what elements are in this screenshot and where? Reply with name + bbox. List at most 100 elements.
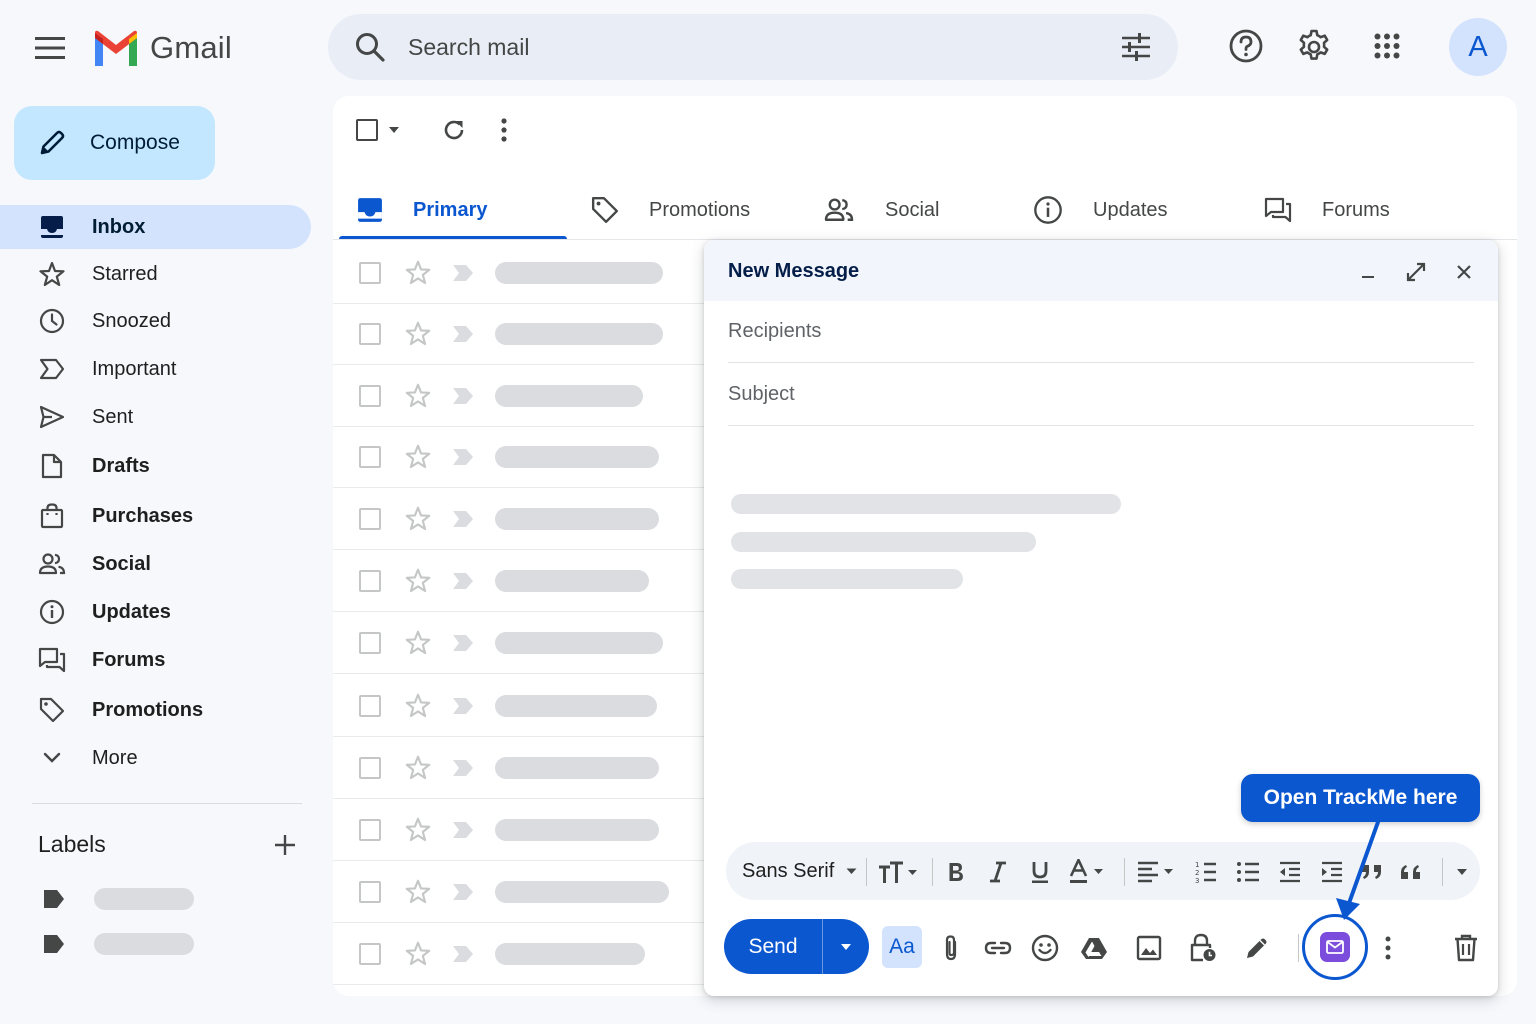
sidebar-item-forums[interactable]: Forums bbox=[0, 638, 311, 682]
row-checkbox[interactable] bbox=[359, 322, 381, 345]
search-input[interactable] bbox=[408, 33, 1116, 61]
insert-emoji-button[interactable] bbox=[1027, 930, 1063, 966]
caret-down-icon[interactable] bbox=[388, 126, 400, 134]
row-checkbox[interactable] bbox=[359, 756, 381, 779]
google-apps-button[interactable] bbox=[1365, 24, 1409, 68]
search-icon[interactable] bbox=[354, 31, 386, 63]
sidebar-item-starred[interactable]: Starred bbox=[0, 252, 311, 296]
confidential-mode-button[interactable] bbox=[1185, 930, 1221, 966]
row-checkbox[interactable] bbox=[359, 569, 381, 592]
row-checkbox[interactable] bbox=[359, 942, 381, 965]
sidebar-item-snoozed[interactable]: Snoozed bbox=[0, 299, 311, 343]
underline-button[interactable] bbox=[1026, 858, 1054, 886]
important-marker-icon[interactable] bbox=[451, 263, 475, 283]
indent-less-button[interactable] bbox=[1276, 858, 1304, 886]
tab-primary[interactable]: Primary bbox=[357, 180, 488, 240]
row-checkbox[interactable] bbox=[359, 507, 381, 530]
sidebar-item-purchases[interactable]: Purchases bbox=[0, 494, 311, 538]
important-marker-icon[interactable] bbox=[451, 447, 475, 467]
bold-button[interactable] bbox=[942, 858, 970, 886]
table-row[interactable] bbox=[333, 426, 705, 488]
row-checkbox[interactable] bbox=[359, 818, 381, 841]
sidebar-item-inbox[interactable]: Inbox bbox=[0, 205, 311, 249]
compose-button[interactable]: Compose bbox=[14, 106, 215, 180]
main-menu-button[interactable] bbox=[26, 24, 74, 72]
text-color-button[interactable] bbox=[1066, 858, 1116, 886]
star-icon[interactable] bbox=[405, 755, 431, 781]
important-marker-icon[interactable] bbox=[451, 944, 475, 964]
sidebar-item-more[interactable]: More bbox=[0, 736, 311, 780]
table-row[interactable] bbox=[333, 365, 705, 427]
sidebar-item-social[interactable]: Social bbox=[0, 542, 311, 586]
help-button[interactable] bbox=[1224, 24, 1268, 68]
search-bar[interactable] bbox=[328, 14, 1178, 80]
font-family-select[interactable]: Sans Serif bbox=[742, 857, 857, 885]
bulleted-list-button[interactable] bbox=[1234, 858, 1262, 886]
insert-drive-button[interactable] bbox=[1076, 930, 1112, 966]
font-size-button[interactable] bbox=[876, 858, 922, 886]
refresh-button[interactable] bbox=[438, 114, 470, 146]
row-checkbox[interactable] bbox=[359, 445, 381, 468]
subject-input[interactable] bbox=[728, 383, 1474, 406]
star-icon[interactable] bbox=[405, 879, 431, 905]
tab-promotions[interactable]: Promotions bbox=[591, 180, 750, 240]
create-label-button[interactable] bbox=[268, 828, 302, 862]
star-icon[interactable] bbox=[405, 817, 431, 843]
star-icon[interactable] bbox=[405, 630, 431, 656]
star-icon[interactable] bbox=[405, 941, 431, 967]
checkbox[interactable] bbox=[356, 119, 378, 141]
sidebar-item-updates[interactable]: Updates bbox=[0, 590, 311, 634]
tab-forums[interactable]: Forums bbox=[1264, 180, 1390, 240]
numbered-list-button[interactable]: 123 bbox=[1192, 858, 1220, 886]
row-checkbox[interactable] bbox=[359, 261, 381, 284]
table-row[interactable] bbox=[333, 242, 705, 304]
table-row[interactable] bbox=[333, 923, 705, 985]
row-checkbox[interactable] bbox=[359, 631, 381, 654]
important-marker-icon[interactable] bbox=[451, 696, 475, 716]
important-marker-icon[interactable] bbox=[451, 758, 475, 778]
subject-field[interactable] bbox=[728, 364, 1474, 426]
important-marker-icon[interactable] bbox=[451, 571, 475, 591]
insert-link-button[interactable] bbox=[980, 930, 1016, 966]
star-icon[interactable] bbox=[405, 260, 431, 286]
row-checkbox[interactable] bbox=[359, 694, 381, 717]
table-row[interactable] bbox=[333, 737, 705, 799]
recipients-field[interactable] bbox=[728, 301, 1474, 363]
more-formatting-button[interactable] bbox=[1452, 858, 1472, 886]
row-checkbox[interactable] bbox=[359, 384, 381, 407]
remove-formatting-button[interactable] bbox=[1396, 858, 1424, 886]
important-marker-icon[interactable] bbox=[451, 386, 475, 406]
sidebar-item-promotions[interactable]: Promotions bbox=[0, 688, 311, 732]
important-marker-icon[interactable] bbox=[451, 324, 475, 344]
important-marker-icon[interactable] bbox=[451, 820, 475, 840]
more-send-options-button[interactable] bbox=[1370, 930, 1406, 966]
select-all-checkbox[interactable] bbox=[356, 116, 412, 144]
settings-button[interactable] bbox=[1292, 24, 1336, 68]
important-marker-icon[interactable] bbox=[451, 633, 475, 653]
table-row[interactable] bbox=[333, 612, 705, 674]
search-options-button[interactable] bbox=[1116, 27, 1156, 67]
fullscreen-button[interactable] bbox=[1402, 258, 1430, 286]
star-icon[interactable] bbox=[405, 383, 431, 409]
label-item[interactable] bbox=[42, 886, 194, 912]
align-button[interactable] bbox=[1134, 858, 1184, 886]
discard-draft-button[interactable] bbox=[1448, 930, 1484, 966]
insert-photo-button[interactable] bbox=[1131, 930, 1167, 966]
gmail-logo[interactable]: Gmail bbox=[92, 26, 232, 70]
formatting-options-button[interactable]: Aa bbox=[882, 926, 922, 968]
important-marker-icon[interactable] bbox=[451, 509, 475, 529]
star-icon[interactable] bbox=[405, 321, 431, 347]
star-icon[interactable] bbox=[405, 693, 431, 719]
send-button[interactable]: Send bbox=[724, 919, 822, 974]
important-marker-icon[interactable] bbox=[451, 882, 475, 902]
sidebar-item-sent[interactable]: Sent bbox=[0, 395, 311, 439]
sidebar-item-important[interactable]: Important bbox=[0, 347, 311, 391]
recipients-input[interactable] bbox=[728, 320, 1474, 343]
table-row[interactable] bbox=[333, 861, 705, 923]
insert-signature-button[interactable] bbox=[1239, 930, 1275, 966]
table-row[interactable] bbox=[333, 303, 705, 365]
label-item[interactable] bbox=[42, 931, 194, 957]
more-options-button[interactable] bbox=[490, 114, 518, 146]
sidebar-item-drafts[interactable]: Drafts bbox=[0, 444, 311, 488]
attach-files-button[interactable] bbox=[933, 930, 969, 966]
